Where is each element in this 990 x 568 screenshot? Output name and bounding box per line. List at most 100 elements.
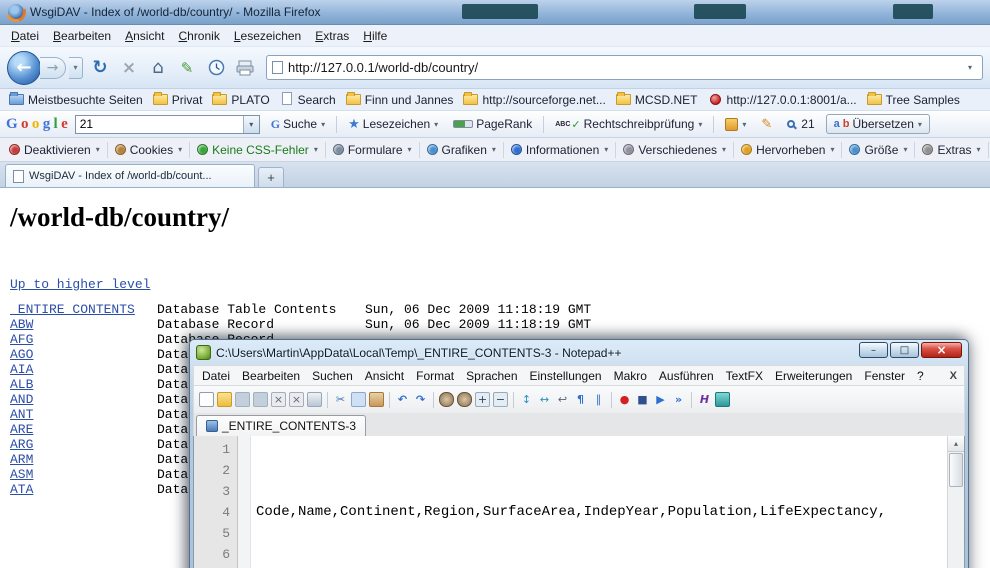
replace-icon[interactable] xyxy=(457,392,472,407)
entry-link[interactable]: ARM xyxy=(10,452,157,467)
home-button[interactable]: ⌂ xyxy=(146,56,170,80)
google-logo[interactable]: G o o g l e xyxy=(6,116,68,133)
bookmark-item[interactable]: Privat xyxy=(148,93,208,107)
notepadpp-titlebar[interactable]: C:\Users\Martin\AppData\Local\Temp\_ENTI… xyxy=(193,340,965,365)
save-all-icon[interactable] xyxy=(253,392,268,407)
pagerank-widget[interactable]: PageRank xyxy=(449,116,536,132)
bookmark-item[interactable]: Search xyxy=(275,93,341,107)
devtoolbar-item[interactable]: Keine CSS-Fehler ▾ xyxy=(190,142,326,158)
record-macro-icon[interactable]: ● xyxy=(617,392,632,407)
cut-icon[interactable]: ✂ xyxy=(333,392,348,407)
print-button[interactable] xyxy=(233,56,257,80)
indent-guide-icon[interactable]: ∥ xyxy=(591,392,606,407)
editor-text[interactable]: Code,Name,Continent,Region,SurfaceArea,I… xyxy=(251,436,947,568)
menu-item[interactable]: Chronik xyxy=(171,28,226,44)
entry-link[interactable]: ARE xyxy=(10,422,157,437)
paste-icon[interactable] xyxy=(369,392,384,407)
menu-item[interactable]: Makro xyxy=(608,369,653,383)
devtoolbar-item[interactable]: Hervorheben ▾ xyxy=(734,142,842,158)
forward-button[interactable]: → xyxy=(40,57,66,79)
devtoolbar-item[interactable]: Verschiedenes ▾ xyxy=(616,142,734,158)
entry-link[interactable]: ENTIRE CONTENTS xyxy=(10,302,157,317)
url-bar[interactable]: ▾ xyxy=(266,55,983,80)
entry-link[interactable]: ABW xyxy=(10,317,157,332)
show-all-characters-icon[interactable]: ¶ xyxy=(573,392,588,407)
firefox-titlebar[interactable]: WsgiDAV - Index of /world-db/country/ - … xyxy=(0,0,990,25)
editor-scrollbar[interactable]: ▴ xyxy=(947,436,964,568)
bookmark-item[interactable]: http://sourceforge.net... xyxy=(458,93,610,107)
translate-button[interactable]: a b Übersetzen ▾ xyxy=(826,114,930,134)
menu-item[interactable]: Bearbeiten xyxy=(46,28,118,44)
google-search-input[interactable] xyxy=(76,116,243,133)
bookmark-item[interactable]: Tree Samples xyxy=(862,93,965,107)
save-icon[interactable] xyxy=(235,392,250,407)
bookmark-item[interactable]: Finn und Jannes xyxy=(341,93,459,107)
run-macro-multiple-icon[interactable]: » xyxy=(671,392,686,407)
tab-wsgidav[interactable]: WsgiDAV - Index of /world-db/count... xyxy=(5,164,255,187)
close-file-icon[interactable]: × xyxy=(271,392,286,407)
print-icon[interactable] xyxy=(307,392,322,407)
menu-item[interactable]: Erweiterungen xyxy=(769,369,858,383)
find-icon[interactable] xyxy=(439,392,454,407)
zoom-in-icon[interactable]: + xyxy=(475,392,490,407)
url-input[interactable] xyxy=(288,60,958,75)
new-file-icon[interactable] xyxy=(199,392,214,407)
open-folder-icon[interactable] xyxy=(217,392,232,407)
new-tab-button[interactable]: + xyxy=(258,167,284,187)
menu-item[interactable]: ? xyxy=(911,369,930,383)
url-dropdown-icon[interactable]: ▾ xyxy=(963,63,977,72)
menu-item[interactable]: Suchen xyxy=(306,369,359,383)
bookmark-item[interactable]: http://127.0.0.1:8001/a... xyxy=(703,93,862,107)
history-clock-button[interactable] xyxy=(204,56,228,80)
devtoolbar-item[interactable]: Größe ▾ xyxy=(842,142,915,158)
feather-button[interactable]: ✎ xyxy=(175,56,199,80)
menu-item[interactable]: Sprachen xyxy=(460,369,523,383)
back-button[interactable]: ← xyxy=(7,51,41,85)
copy-icon[interactable] xyxy=(351,392,366,407)
minimize-button[interactable]: – xyxy=(859,342,888,358)
menu-item[interactable]: Einstellungen xyxy=(524,369,608,383)
close-button[interactable]: × xyxy=(921,342,962,358)
menu-item[interactable]: Ansicht xyxy=(359,369,410,383)
menu-item[interactable]: Ansicht xyxy=(118,28,171,44)
hex-editor-icon[interactable]: H xyxy=(697,392,712,407)
entry-link[interactable]: ALB xyxy=(10,377,157,392)
google-search-dropdown-icon[interactable]: ▾ xyxy=(243,116,259,133)
up-to-higher-level-link[interactable]: Up to higher level xyxy=(10,277,150,292)
close-all-icon[interactable]: × xyxy=(289,392,304,407)
devtoolbar-item[interactable]: Deaktivieren ▾ xyxy=(2,142,108,158)
stop-button[interactable]: × xyxy=(117,56,141,80)
entry-link[interactable]: AFG xyxy=(10,332,157,347)
word-find-button[interactable]: 21 xyxy=(783,116,818,132)
history-dropdown-icon[interactable]: ▾ xyxy=(69,57,83,79)
entry-link[interactable]: AIA xyxy=(10,362,157,377)
menubar-close-icon[interactable]: X xyxy=(950,370,957,382)
stop-macro-icon[interactable]: ■ xyxy=(635,392,650,407)
scroll-up-icon[interactable]: ▴ xyxy=(948,436,964,452)
menu-item[interactable]: Datei xyxy=(196,369,236,383)
bookmark-item[interactable]: PLATO xyxy=(207,93,274,107)
devtoolbar-item[interactable]: Grafiken ▾ xyxy=(420,142,504,158)
scrollbar-thumb[interactable] xyxy=(949,453,963,487)
menu-item[interactable]: Lesezeichen xyxy=(227,28,308,44)
entry-link[interactable]: ASM xyxy=(10,467,157,482)
menu-item[interactable]: Format xyxy=(410,369,460,383)
zoom-out-icon[interactable]: − xyxy=(493,392,508,407)
entry-link[interactable]: ATA xyxy=(10,482,157,497)
google-search-button[interactable]: G Suche ▾ xyxy=(267,116,329,133)
highlight-button[interactable]: ✎ xyxy=(757,116,776,133)
menu-item[interactable]: Extras xyxy=(308,28,356,44)
menu-item[interactable]: Fenster xyxy=(858,369,911,383)
entry-link[interactable]: ARG xyxy=(10,437,157,452)
redo-icon[interactable]: ↷ xyxy=(413,392,428,407)
autofill-button[interactable]: ▾ xyxy=(721,117,750,132)
editor[interactable]: 1 2 3 4 5 6 Code,Name,Continent,Region,S… xyxy=(193,436,965,568)
entry-link[interactable]: ANT xyxy=(10,407,157,422)
document-tab[interactable]: _ENTIRE_CONTENTS-3 xyxy=(196,415,366,436)
maximize-button[interactable]: □ xyxy=(890,342,919,358)
bookmark-item[interactable]: Meistbesuchte Seiten xyxy=(4,93,148,107)
devtoolbar-item[interactable]: Informationen ▾ xyxy=(504,142,616,158)
word-wrap-icon[interactable]: ↩ xyxy=(555,392,570,407)
sync-horizontal-icon[interactable]: ↔ xyxy=(537,392,552,407)
devtoolbar-item[interactable]: Formulare ▾ xyxy=(326,142,420,158)
